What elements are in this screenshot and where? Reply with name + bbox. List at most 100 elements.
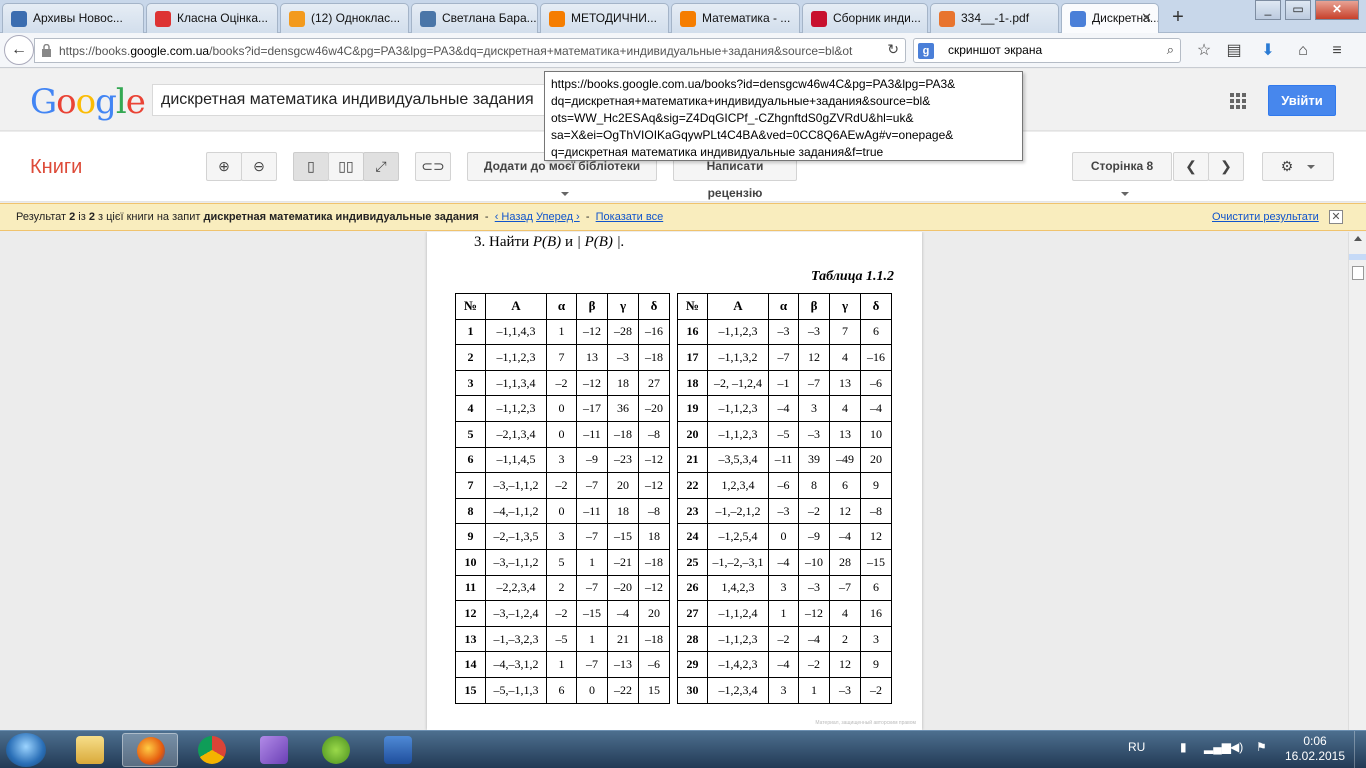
bookmark-star-icon[interactable]: ☆	[1193, 41, 1215, 61]
usb-icon[interactable]: ▮	[1180, 740, 1187, 754]
taskbar-chrome[interactable]	[184, 733, 240, 767]
close-icon[interactable]: ✕	[1329, 210, 1343, 224]
network-icon[interactable]: ▂▄▆	[1204, 740, 1231, 754]
table-cell: –20	[607, 574, 639, 602]
taskbar-visual-studio[interactable]	[246, 733, 302, 767]
zoom-out-icon: ⊖	[253, 158, 265, 174]
google-search-input[interactable]	[161, 91, 551, 109]
menu-icon[interactable]: ≡	[1326, 41, 1348, 61]
table-cell: 26	[677, 574, 708, 602]
start-button[interactable]	[6, 733, 46, 767]
taskbar-word[interactable]	[370, 733, 426, 767]
table-cell: 14	[455, 651, 486, 678]
browser-tab[interactable]: Математика - ...	[671, 3, 800, 33]
browser-tab[interactable]: 334__-1-.pdf	[930, 3, 1059, 33]
browser-tab[interactable]: Класна Оцінка...	[146, 3, 278, 33]
sign-in-button[interactable]: Увійти	[1268, 85, 1336, 116]
two-page-view-button[interactable]: ▯▯	[328, 152, 364, 181]
link-button[interactable]: ⊂⊃	[415, 152, 451, 181]
add-to-library-label: Додати до моєї бібліотеки	[483, 159, 641, 173]
show-all-link[interactable]: Показати все	[596, 211, 664, 223]
table-cell: –8	[860, 497, 892, 525]
table-cell: 30	[677, 676, 708, 704]
google-search-engine-icon[interactable]: g	[918, 43, 934, 59]
result-forward-link[interactable]: Уперед ›	[536, 211, 580, 223]
search-icon[interactable]: ⌕	[1167, 42, 1174, 58]
new-tab-button[interactable]: +	[1164, 5, 1192, 29]
flag-icon[interactable]: ⚑	[1256, 740, 1267, 754]
table-cell: –18	[638, 344, 670, 371]
table-cell: –2	[798, 651, 830, 678]
google-search-field[interactable]	[152, 84, 552, 116]
next-page-button[interactable]: ❯	[1208, 152, 1244, 181]
table-cell: –12	[638, 472, 670, 499]
close-tab-icon[interactable]: ✕	[1141, 4, 1152, 32]
table-cell: 6	[455, 446, 486, 474]
clear-results-link[interactable]: Очистити результати	[1212, 204, 1319, 230]
table-cell: 1	[546, 318, 577, 346]
bookmarks-list-icon[interactable]: ▤	[1223, 41, 1245, 61]
table-header-cell: γ	[607, 293, 639, 320]
result-back-link[interactable]: ‹ Назад	[495, 211, 533, 223]
prev-page-button[interactable]: ❮	[1173, 152, 1209, 181]
taskbar-utorrent[interactable]	[308, 733, 364, 767]
result-mid: з цієї книги на запит	[98, 211, 201, 223]
browser-tab[interactable]: Архивы Новос...	[2, 3, 144, 33]
search-result-bar: Результат 2 із 2 з цієї книги на запит д…	[0, 203, 1366, 231]
language-indicator[interactable]: RU	[1128, 740, 1145, 754]
reload-icon[interactable]: ↻	[887, 41, 899, 58]
table-header-row: № Aα β γ δ	[677, 293, 892, 320]
books-title[interactable]: Книги	[30, 156, 82, 179]
table-cell: –1,2,5,4	[707, 523, 769, 550]
zoom-in-button[interactable]: ⊕	[206, 152, 242, 181]
search-input[interactable]	[948, 43, 1148, 57]
table-cell: –1,1,4,3	[485, 318, 547, 346]
back-button[interactable]: ←	[4, 35, 34, 65]
table-header-cell: A	[707, 293, 769, 320]
browser-tab[interactable]: Светлана Бара...	[411, 3, 538, 33]
apps-grid-icon[interactable]	[1230, 93, 1246, 109]
settings-button[interactable]: ⚙	[1262, 152, 1334, 181]
table-cell: 3	[546, 523, 577, 550]
url-bar[interactable]: https://books.google.com.ua/books?id=den…	[34, 38, 906, 63]
table-cell: –1,1,2,3	[707, 625, 769, 653]
browser-tab[interactable]: (12) Одноклас...	[280, 3, 409, 33]
table-cell: –11	[576, 497, 608, 525]
taskbar-firefox[interactable]	[122, 733, 178, 767]
table-cell: –3,–1,1,2	[485, 548, 547, 576]
taskbar-explorer[interactable]	[62, 733, 118, 767]
table-cell: 16	[860, 600, 892, 627]
table-row: 22 1,2,3,4 –6 8 6 9	[677, 472, 892, 499]
system-clock[interactable]: 0:06 16.02.2015	[1284, 734, 1346, 764]
minimize-button[interactable]: _	[1255, 0, 1281, 20]
scroll-up-icon[interactable]	[1354, 236, 1362, 241]
result-total: 2	[88, 211, 95, 223]
zoom-out-button[interactable]: ⊖	[241, 152, 277, 181]
downloads-icon[interactable]: ⬇	[1257, 41, 1279, 61]
maximize-button[interactable]: ▭	[1285, 0, 1311, 20]
table-cell: –2	[546, 369, 577, 397]
fullscreen-button[interactable]: ⤢	[363, 152, 399, 181]
speaker-icon[interactable]: ◀)	[1230, 740, 1243, 754]
home-icon[interactable]: ⌂	[1292, 41, 1314, 61]
single-page-view-button[interactable]: ▯	[293, 152, 329, 181]
google-books-icon	[1070, 11, 1086, 27]
browser-tab[interactable]: Сборник инди...	[802, 3, 928, 33]
browser-tab[interactable]: МЕТОДИЧНИ...	[540, 3, 669, 33]
close-window-button[interactable]: ✕	[1315, 0, 1359, 20]
clock-date: 16.02.2015	[1284, 749, 1346, 763]
tooltip-line: https://books.google.com.ua/books?id=den…	[551, 77, 956, 91]
show-desktop-button[interactable]	[1354, 731, 1366, 768]
table-cell: –1,1,2,3	[485, 395, 547, 422]
browser-tab[interactable]: Дискретна... ✕	[1061, 3, 1159, 33]
table-cell: –7	[576, 574, 608, 602]
search-box[interactable]: g ⌕	[913, 38, 1181, 63]
data-table-right: № Aα β γ δ 16 –1,1,2,3 –3 –3 7 6 17 –1,1,3,2 –7 12 4 –16…	[677, 293, 892, 704]
table-cell: –12	[576, 369, 608, 397]
book-viewer[interactable]: 3. Найти P(B) и | P(B) |. Таблица 1.1.2 …	[0, 232, 1348, 730]
table-cell: –7	[829, 574, 861, 602]
page-selector[interactable]: Сторінка 8	[1072, 152, 1172, 196]
scroll-thumb[interactable]	[1352, 266, 1364, 280]
google-logo[interactable]: Google	[30, 82, 146, 122]
vertical-scrollbar[interactable]	[1348, 232, 1366, 730]
